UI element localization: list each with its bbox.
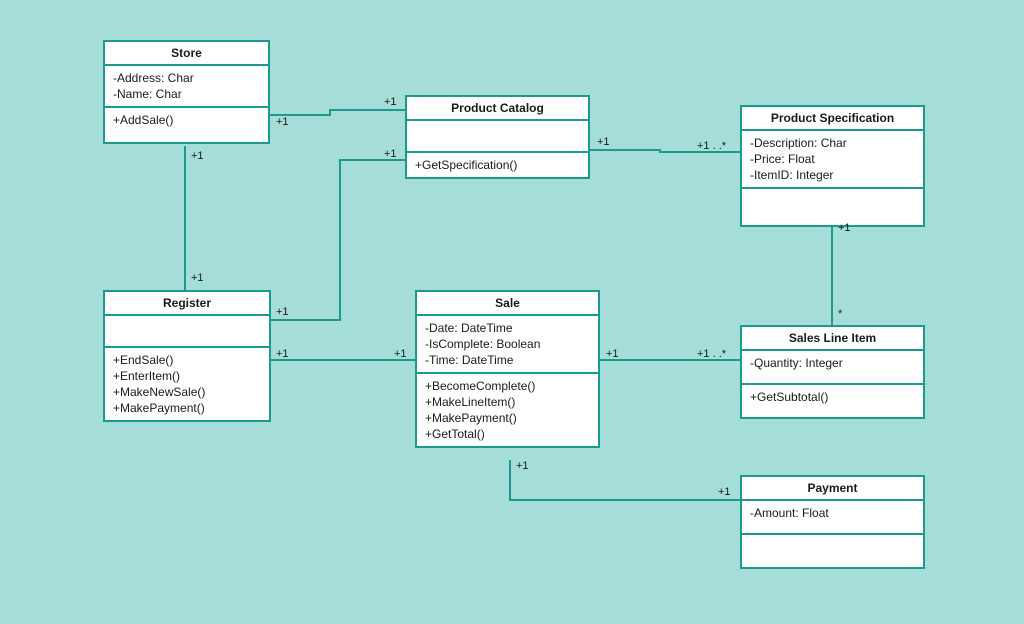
attribute: -Quantity: Integer	[750, 355, 915, 371]
methods-section: +GetSpecification()	[407, 153, 588, 177]
multiplicity: *	[838, 308, 842, 320]
attribute: -Address: Char	[113, 70, 260, 86]
multiplicity: +1 . .*	[697, 348, 726, 360]
method: +MakePayment()	[425, 410, 590, 426]
multiplicity: +1	[394, 348, 407, 360]
methods-section	[742, 535, 923, 567]
method: +GetTotal()	[425, 426, 590, 442]
attributes-section: -Address: Char -Name: Char	[105, 66, 268, 108]
attribute: -Amount: Float	[750, 505, 915, 521]
method: +EndSale()	[113, 352, 261, 368]
class-product-specification[interactable]: Product Specification -Description: Char…	[740, 105, 925, 227]
class-register[interactable]: Register +EndSale() +EnterItem() +MakeNe…	[103, 290, 271, 422]
multiplicity: +1	[838, 222, 851, 234]
class-payment[interactable]: Payment -Amount: Float	[740, 475, 925, 569]
class-title: Product Catalog	[407, 97, 588, 121]
attributes-section: -Amount: Float	[742, 501, 923, 535]
class-title: Sale	[417, 292, 598, 316]
multiplicity: +1	[606, 348, 619, 360]
class-title: Sales Line Item	[742, 327, 923, 351]
attributes-section	[105, 316, 269, 348]
multiplicity: +1	[191, 272, 204, 284]
multiplicity: +1	[191, 150, 204, 162]
attribute: -IsComplete: Boolean	[425, 336, 590, 352]
attributes-section: -Quantity: Integer	[742, 351, 923, 385]
class-sale[interactable]: Sale -Date: DateTime -IsComplete: Boolea…	[415, 290, 600, 448]
methods-section: +GetSubtotal()	[742, 385, 923, 417]
attribute: -Price: Float	[750, 151, 915, 167]
class-title: Store	[105, 42, 268, 66]
method: +AddSale()	[113, 112, 260, 128]
method: +EnterItem()	[113, 368, 261, 384]
attribute: -ItemID: Integer	[750, 167, 915, 183]
class-title: Register	[105, 292, 269, 316]
methods-section: +AddSale()	[105, 108, 268, 142]
class-title: Payment	[742, 477, 923, 501]
method: +GetSubtotal()	[750, 389, 915, 405]
attributes-section	[407, 121, 588, 153]
method: +MakePayment()	[113, 400, 261, 416]
class-product-catalog[interactable]: Product Catalog +GetSpecification()	[405, 95, 590, 179]
class-sales-line-item[interactable]: Sales Line Item -Quantity: Integer +GetS…	[740, 325, 925, 419]
multiplicity: +1 . .*	[697, 140, 726, 152]
attribute: -Name: Char	[113, 86, 260, 102]
class-store[interactable]: Store -Address: Char -Name: Char +AddSal…	[103, 40, 270, 144]
attributes-section: -Date: DateTime -IsComplete: Boolean -Ti…	[417, 316, 598, 374]
multiplicity: +1	[718, 486, 731, 498]
attribute: -Time: DateTime	[425, 352, 590, 368]
methods-section	[742, 189, 923, 225]
method: +BecomeComplete()	[425, 378, 590, 394]
multiplicity: +1	[276, 306, 289, 318]
methods-section: +BecomeComplete() +MakeLineItem() +MakeP…	[417, 374, 598, 446]
method: +MakeNewSale()	[113, 384, 261, 400]
attributes-section: -Description: Char -Price: Float -ItemID…	[742, 131, 923, 189]
attribute: -Description: Char	[750, 135, 915, 151]
class-title: Product Specification	[742, 107, 923, 131]
multiplicity: +1	[384, 148, 397, 160]
multiplicity: +1	[276, 348, 289, 360]
multiplicity: +1	[597, 136, 610, 148]
method: +GetSpecification()	[415, 157, 580, 173]
multiplicity: +1	[516, 460, 529, 472]
method: +MakeLineItem()	[425, 394, 590, 410]
multiplicity: +1	[276, 116, 289, 128]
methods-section: +EndSale() +EnterItem() +MakeNewSale() +…	[105, 348, 269, 420]
multiplicity: +1	[384, 96, 397, 108]
attribute: -Date: DateTime	[425, 320, 590, 336]
